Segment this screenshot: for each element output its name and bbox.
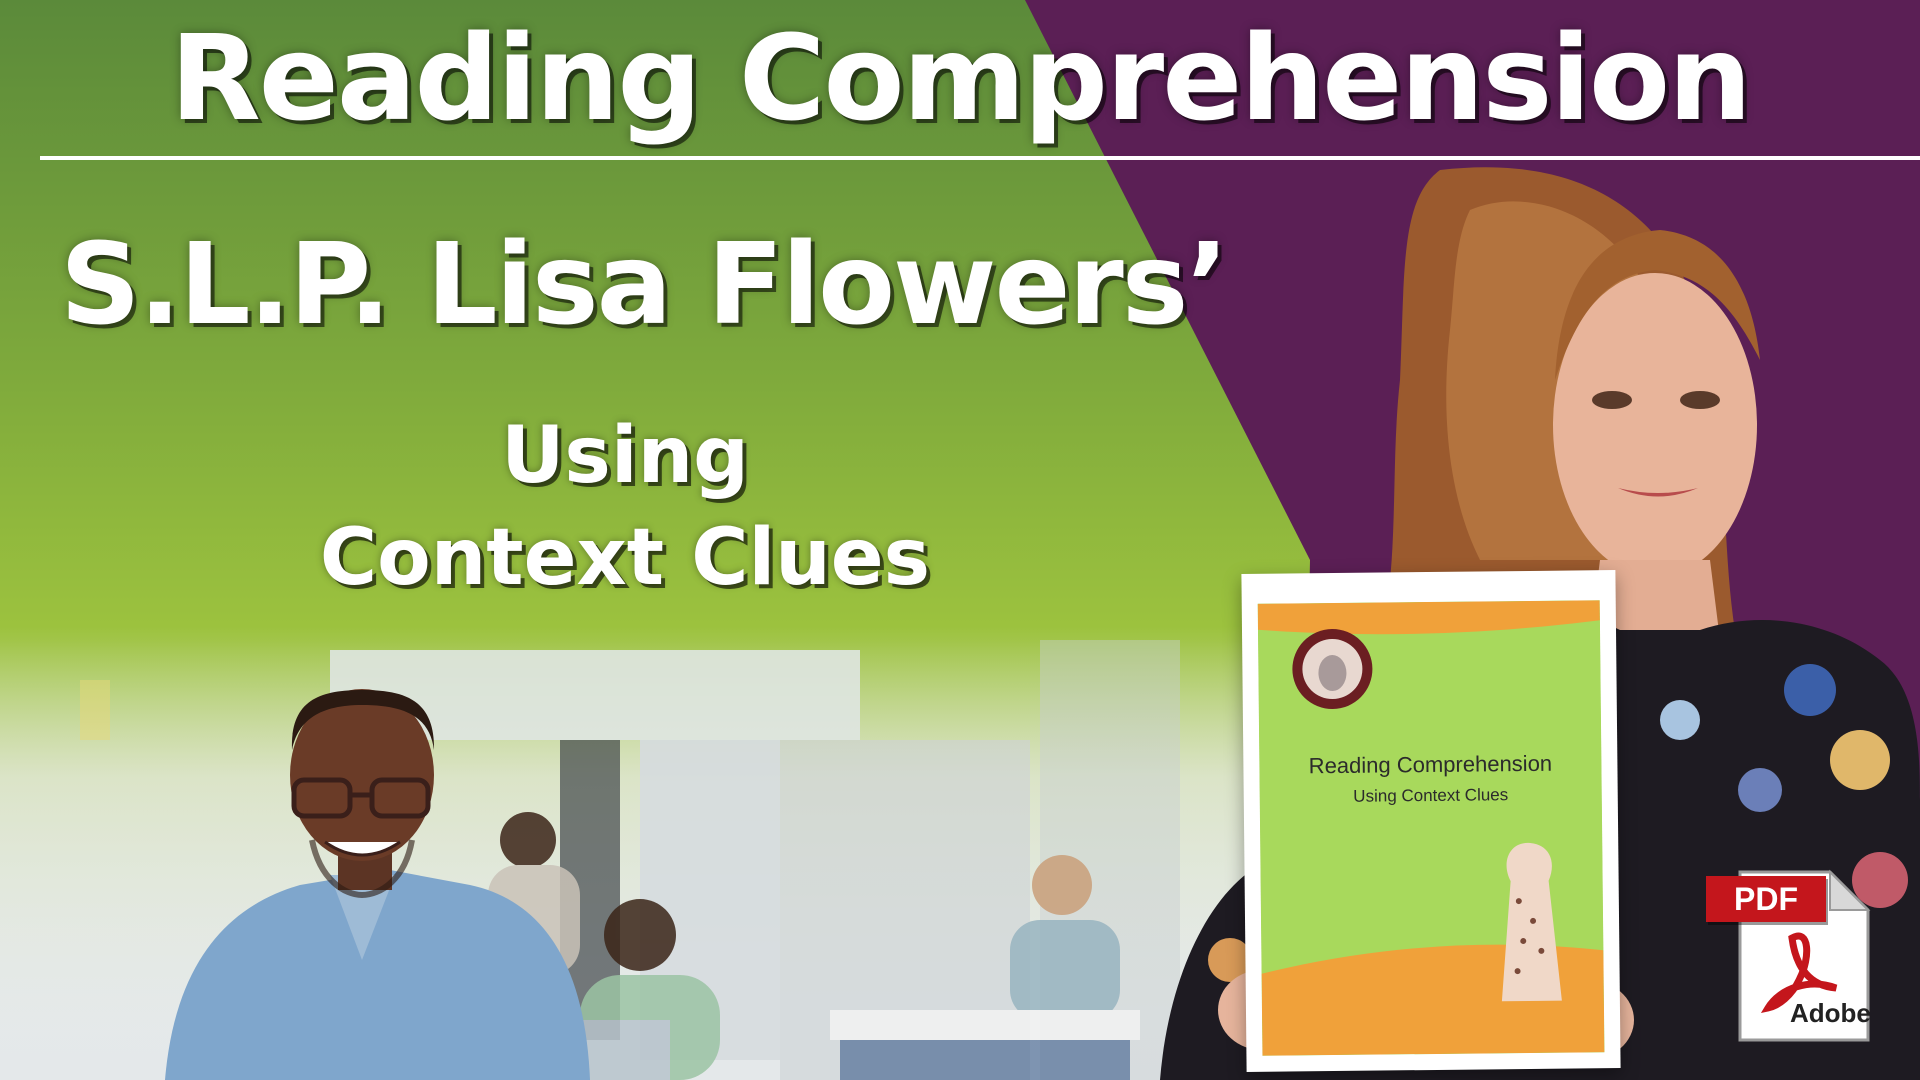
pdf-badge: PDF Adobe — [1700, 868, 1876, 1044]
book-subtitle: Using Context Clues — [1353, 785, 1509, 806]
page-title: Reading Comprehension — [169, 9, 1752, 147]
book-cover-art: Reading Comprehension Using Context Clue… — [1257, 600, 1605, 1056]
subtitle: Using Context Clues — [230, 405, 1020, 609]
subtitle-line-1: Using — [501, 411, 749, 501]
title-divider — [40, 156, 1920, 160]
book-title: Reading Comprehension — [1308, 750, 1553, 779]
book-cover-graphic — [1257, 600, 1605, 1056]
pdf-label: PDF — [1706, 876, 1826, 922]
subtitle-line-2: Context Clues — [319, 513, 931, 603]
adobe-label: Adobe — [1790, 998, 1871, 1028]
author-line: S.L.P. Lisa Flowers’ — [60, 220, 1229, 350]
book-cover: Reading Comprehension Using Context Clue… — [1241, 570, 1621, 1072]
